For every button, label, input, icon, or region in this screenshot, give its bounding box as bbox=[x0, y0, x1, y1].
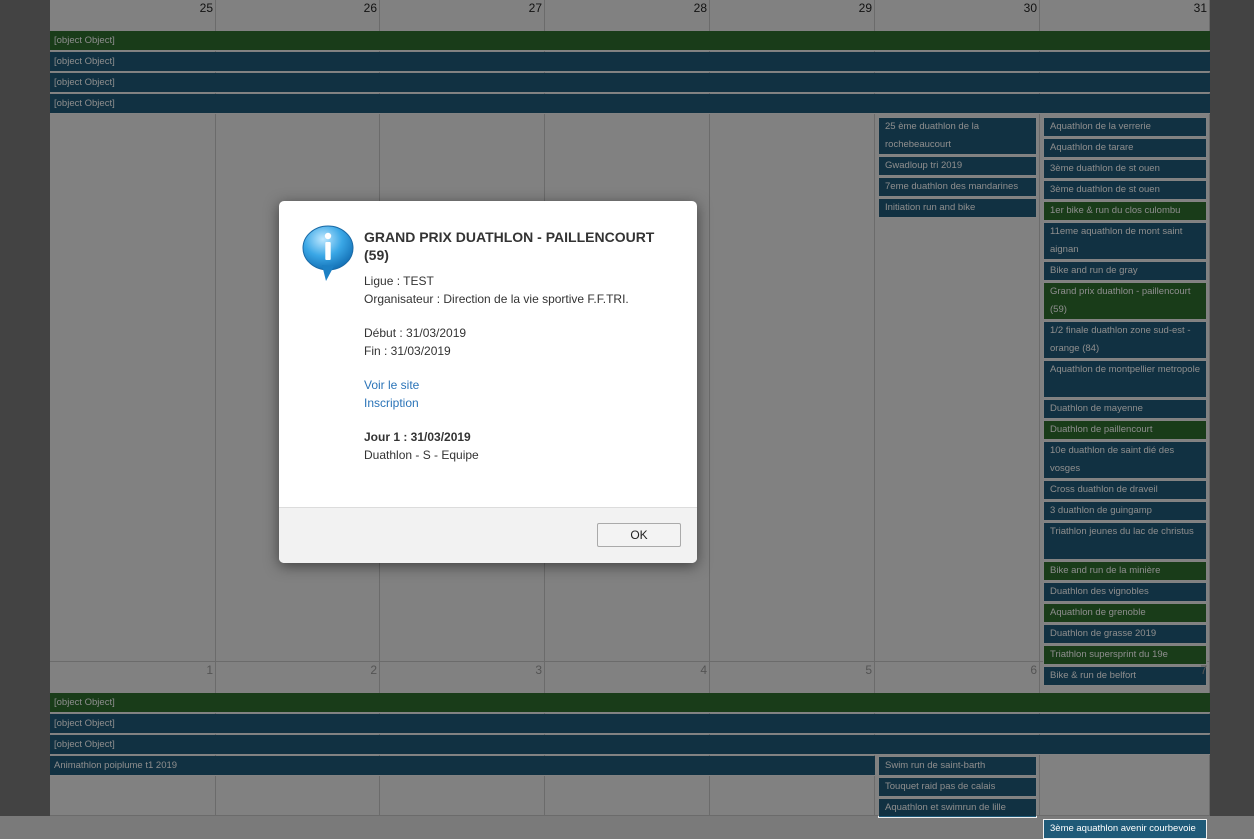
inscription-link[interactable]: Inscription bbox=[364, 394, 674, 412]
event-item[interactable]: 3ème aquathlon avenir courbevoie bbox=[1043, 819, 1207, 839]
info-icon bbox=[302, 225, 354, 281]
ok-button[interactable]: OK bbox=[597, 523, 681, 547]
jour-detail: Duathlon - S - Equipe bbox=[364, 448, 479, 462]
voir-le-site-link[interactable]: Voir le site bbox=[364, 376, 674, 394]
fin-date: Fin : 31/03/2019 bbox=[364, 344, 451, 358]
debut-date: Début : 31/03/2019 bbox=[364, 326, 467, 340]
event-info-dialog: GRAND PRIX DUATHLON - PAILLENCOURT (59) … bbox=[279, 201, 697, 563]
dialog-footer: OK bbox=[279, 507, 697, 563]
dialog-title: GRAND PRIX DUATHLON - PAILLENCOURT (59) bbox=[364, 229, 655, 263]
jour-heading: Jour 1 : 31/03/2019 bbox=[364, 430, 471, 444]
ligue-text: Ligue : TEST bbox=[364, 274, 434, 288]
organisateur-text: Organisateur : Direction de la vie sport… bbox=[364, 292, 629, 306]
